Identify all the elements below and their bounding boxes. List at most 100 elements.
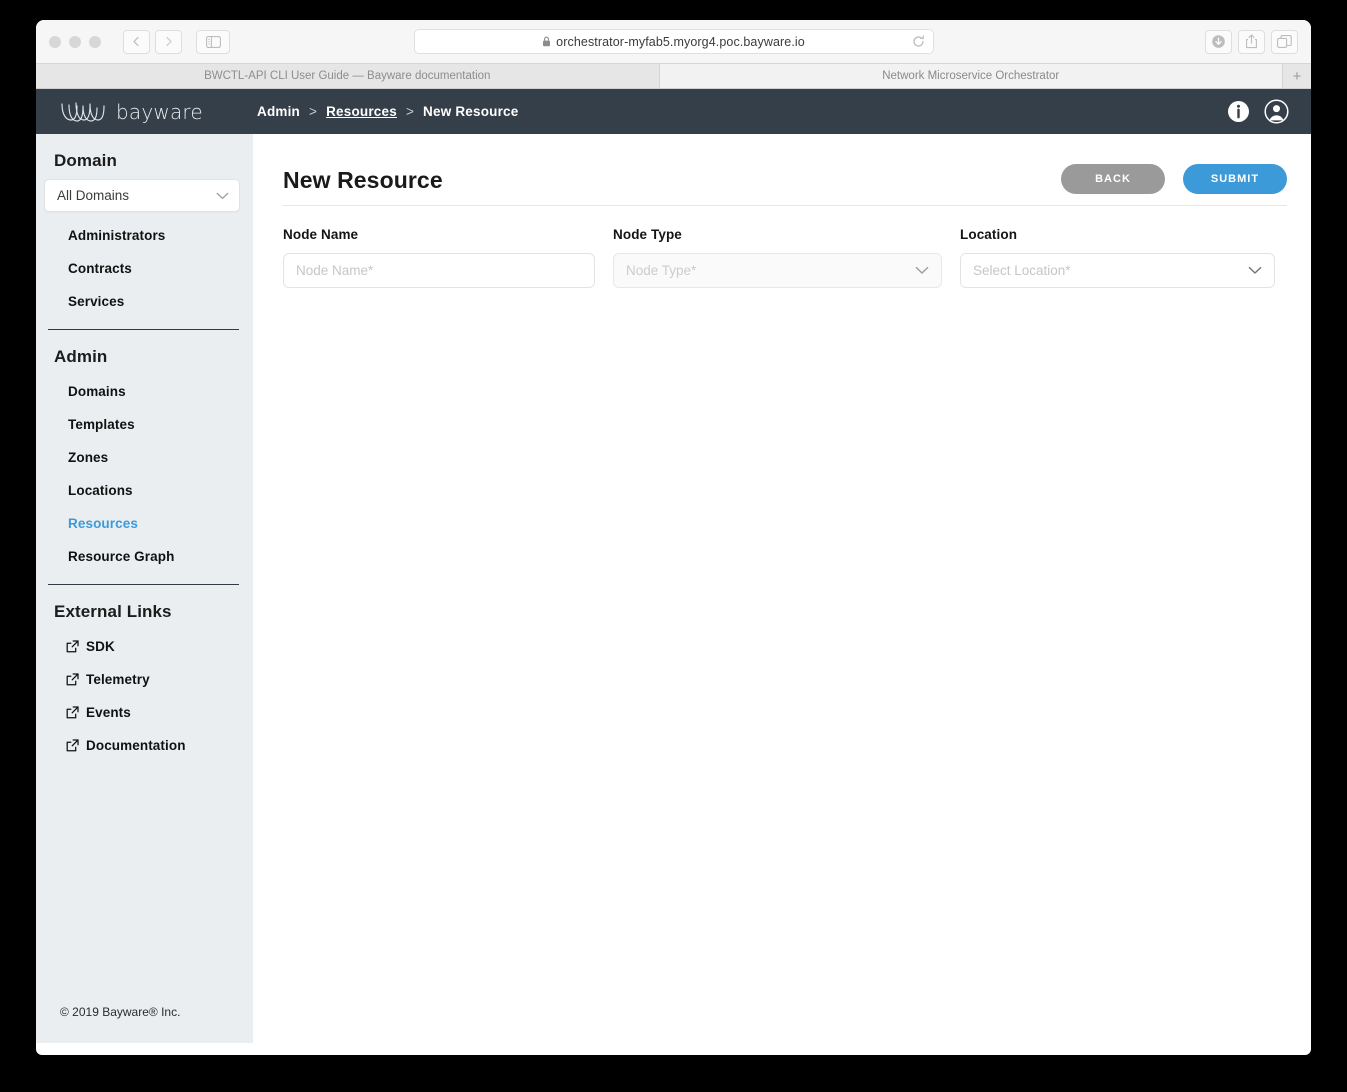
sidebar-item-zones[interactable]: Zones	[36, 441, 253, 474]
new-resource-form: Node Name Node Name* Node Type Node Type…	[283, 206, 1287, 288]
tabs-overview-icon	[1277, 34, 1292, 49]
share-button[interactable]	[1238, 29, 1265, 54]
info-icon[interactable]	[1227, 100, 1250, 123]
browser-window: orchestrator-myfab5.myorg4.poc.bayware.i…	[36, 20, 1311, 1055]
sidebar-item-label: Documentation	[86, 738, 186, 753]
external-link-icon	[66, 640, 79, 653]
node-type-select[interactable]: Node Type*	[613, 253, 942, 288]
bayware-wave-logo-icon	[60, 99, 108, 125]
minimize-window-button[interactable]	[69, 35, 81, 48]
field-node-name: Node Name Node Name*	[283, 227, 595, 288]
forward-button[interactable]	[155, 29, 182, 54]
sidebar-toggle-group	[196, 29, 230, 54]
browser-nav-group	[123, 29, 182, 54]
sidebar-item-telemetry[interactable]: Telemetry	[36, 663, 253, 696]
reload-icon[interactable]	[912, 35, 925, 48]
location-placeholder: Select Location*	[973, 263, 1071, 278]
breadcrumb-separator: >	[309, 104, 318, 119]
domain-select[interactable]: All Domains	[44, 179, 240, 212]
browser-tab-title: BWCTL-API CLI User Guide — Bayware docum…	[204, 70, 491, 82]
browser-tab-documentation[interactable]: BWCTL-API CLI User Guide — Bayware docum…	[36, 64, 660, 88]
app-header: bayware Admin > Resources > New Resource	[36, 89, 1311, 134]
sidebar-item-events[interactable]: Events	[36, 696, 253, 729]
node-type-placeholder: Node Type*	[626, 263, 697, 278]
sidebar-item-administrators[interactable]: Administrators	[36, 219, 253, 252]
sidebar-nav-domain: Administrators Contracts Services	[36, 212, 253, 318]
sidebar-item-contracts[interactable]: Contracts	[36, 252, 253, 285]
browser-tab-title: Network Microservice Orchestrator	[882, 70, 1060, 82]
main-content: New Resource BACK SUBMIT Node Name Node …	[253, 134, 1311, 1043]
sidebar-section-title-external-links: External Links	[54, 602, 172, 621]
action-buttons: BACK SUBMIT	[1061, 163, 1287, 198]
sidebar-item-domains[interactable]: Domains	[36, 375, 253, 408]
breadcrumb: Admin > Resources > New Resource	[257, 104, 518, 119]
app-logo-text: bayware	[116, 99, 203, 124]
breadcrumb-item-admin[interactable]: Admin	[257, 104, 300, 119]
address-bar-url: orchestrator-myfab5.myorg4.poc.bayware.i…	[556, 34, 805, 49]
sidebar-item-services[interactable]: Services	[36, 285, 253, 318]
download-icon	[1211, 34, 1226, 49]
tabs-overview-button[interactable]	[1271, 29, 1298, 54]
maximize-window-button[interactable]	[89, 35, 101, 48]
header-icons	[1227, 99, 1289, 124]
sidebar-item-label: Templates	[68, 417, 135, 432]
address-bar[interactable]: orchestrator-myfab5.myorg4.poc.bayware.i…	[413, 29, 934, 54]
downloads-button[interactable]	[1205, 29, 1232, 54]
sidebar-section-title-domain: Domain	[54, 151, 117, 170]
field-node-type: Node Type Node Type*	[613, 227, 942, 288]
sidebar-item-label: Zones	[68, 450, 109, 465]
plus-icon: +	[1292, 67, 1302, 85]
breadcrumb-separator: >	[405, 104, 415, 119]
sidebar: Domain All Domains Administrators Contra…	[36, 134, 253, 1043]
sidebar-item-label: Resource Graph	[68, 549, 175, 564]
node-name-input[interactable]: Node Name*	[283, 253, 595, 288]
browser-actions-group	[1205, 29, 1298, 54]
sidebar-toggle-button[interactable]	[196, 29, 230, 54]
chevron-down-icon	[1248, 266, 1262, 275]
window-traffic-lights[interactable]	[49, 35, 101, 48]
browser-toolbar: orchestrator-myfab5.myorg4.poc.bayware.i…	[36, 20, 1311, 64]
sidebar-item-resources[interactable]: Resources	[36, 507, 253, 540]
sidebar-item-label: Contracts	[68, 261, 132, 276]
user-account-icon[interactable]	[1264, 99, 1289, 124]
external-link-icon	[66, 673, 79, 686]
sidebar-item-label: Domains	[68, 384, 126, 399]
sidebar-item-locations[interactable]: Locations	[36, 474, 253, 507]
sidebar-nav-external-links: SDK Telemetry Events Documentation	[36, 630, 253, 762]
sidebar-item-label: SDK	[86, 639, 115, 654]
browser-tab-orchestrator[interactable]: Network Microservice Orchestrator	[659, 64, 1283, 88]
sidebar-item-sdk[interactable]: SDK	[36, 630, 253, 663]
sidebar-item-resource-graph[interactable]: Resource Graph	[36, 540, 253, 573]
node-name-placeholder: Node Name*	[296, 263, 374, 278]
new-tab-button[interactable]: +	[1283, 64, 1311, 88]
back-button[interactable]: BACK	[1061, 163, 1165, 194]
external-link-icon	[66, 739, 79, 752]
sidebar-item-templates[interactable]: Templates	[36, 408, 253, 441]
field-label-node-name: Node Name	[283, 227, 359, 242]
sidebar-item-label: Resources	[68, 516, 138, 531]
close-window-button[interactable]	[49, 35, 61, 48]
sidebar-item-label: Events	[86, 705, 131, 720]
breadcrumb-item-resources[interactable]: Resources	[326, 104, 397, 119]
chevron-left-icon	[131, 36, 142, 47]
external-link-icon	[66, 706, 79, 719]
app-body: Domain All Domains Administrators Contra…	[36, 134, 1311, 1043]
sidebar-nav-admin: Domains Templates Zones Locations Resour…	[36, 375, 253, 573]
sidebar-footer-copyright: © 2019 Bayware® Inc.	[60, 1005, 181, 1019]
share-icon	[1245, 34, 1258, 49]
sidebar-item-label: Telemetry	[86, 672, 150, 687]
submit-button[interactable]: SUBMIT	[1183, 163, 1287, 194]
app-logo[interactable]: bayware	[60, 99, 240, 125]
sidebar-item-label: Administrators	[68, 228, 166, 243]
sidebar-item-documentation[interactable]: Documentation	[36, 729, 253, 762]
sidebar-toggle-icon	[205, 35, 221, 48]
sidebar-item-label: Services	[68, 294, 125, 309]
lock-icon	[542, 36, 551, 47]
page-title: New Resource	[283, 167, 443, 193]
breadcrumb-item-new-resource: New Resource	[423, 104, 519, 119]
back-button[interactable]	[123, 29, 150, 54]
location-select[interactable]: Select Location*	[960, 253, 1275, 288]
field-location: Location Select Location*	[960, 227, 1275, 288]
chevron-down-icon	[216, 192, 229, 200]
field-label-node-type: Node Type	[613, 227, 682, 242]
